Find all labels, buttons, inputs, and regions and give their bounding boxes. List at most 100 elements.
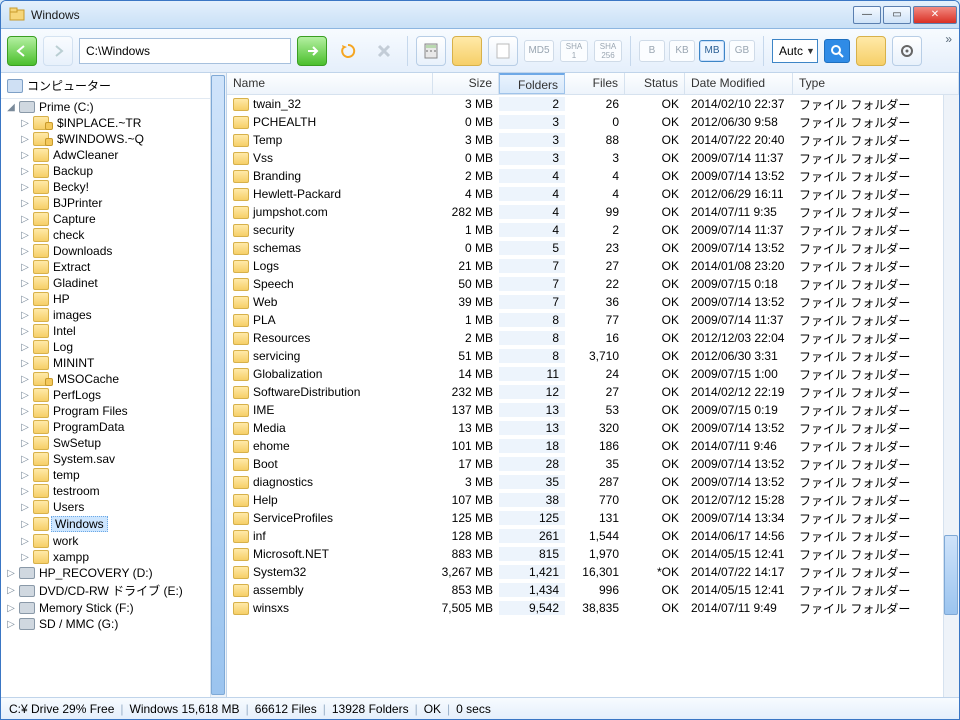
table-row[interactable]: Speech50 MB722OK2009/07/15 0:18ファイル フォルダ… xyxy=(227,275,959,293)
minimize-button[interactable]: — xyxy=(853,6,881,24)
table-row[interactable]: Branding2 MB44OK2009/07/14 13:52ファイル フォル… xyxy=(227,167,959,185)
unit-gb[interactable]: GB xyxy=(729,40,755,62)
stop-button[interactable] xyxy=(369,36,399,66)
folder-tree[interactable]: コンピューター ◢Prime (C:) ▷$INPLACE.~TR▷$WINDO… xyxy=(1,73,227,697)
table-row[interactable]: schemas0 MB523OK2009/07/14 13:52ファイル フォル… xyxy=(227,239,959,257)
refresh-button[interactable] xyxy=(333,36,363,66)
tree-item[interactable]: ▷$INPLACE.~TR xyxy=(19,115,226,131)
expand-icon[interactable]: ▷ xyxy=(19,246,31,257)
table-row[interactable]: Logs21 MB727OK2014/01/08 23:20ファイル フォルダー xyxy=(227,257,959,275)
hash-md5-button[interactable]: MD5 xyxy=(524,40,554,62)
col-name[interactable]: Name xyxy=(227,73,433,94)
table-row[interactable]: Boot17 MB2835OK2009/07/14 13:52ファイル フォルダ… xyxy=(227,455,959,473)
expand-icon[interactable]: ▷ xyxy=(19,454,31,465)
table-row[interactable]: Microsoft.NET883 MB8151,970OK2014/05/15 … xyxy=(227,545,959,563)
table-row[interactable]: jumpshot.com282 MB499OK2014/07/11 9:35ファ… xyxy=(227,203,959,221)
tree-item[interactable]: ▷MININT xyxy=(19,355,226,371)
col-type[interactable]: Type xyxy=(793,73,959,94)
expand-icon[interactable]: ▷ xyxy=(5,603,17,614)
tree-item[interactable]: ▷Users xyxy=(19,499,226,515)
expand-icon[interactable]: ▷ xyxy=(19,502,31,513)
list-scrollbar[interactable] xyxy=(943,95,959,697)
tree-item[interactable]: ▷testroom xyxy=(19,483,226,499)
scrollbar-thumb[interactable] xyxy=(944,535,958,615)
tree-item[interactable]: ▷MSOCache xyxy=(19,371,226,387)
table-row[interactable]: IME137 MB1353OK2009/07/15 0:19ファイル フォルダー xyxy=(227,401,959,419)
calculator-button[interactable] xyxy=(416,36,446,66)
table-row[interactable]: security1 MB42OK2009/07/14 11:37ファイル フォル… xyxy=(227,221,959,239)
expand-icon[interactable]: ▷ xyxy=(19,519,31,530)
table-row[interactable]: Vss0 MB33OK2009/07/14 11:37ファイル フォルダー xyxy=(227,149,959,167)
tree-item[interactable]: ▷work xyxy=(19,533,226,549)
hash-sha256-button[interactable]: SHA256 xyxy=(594,40,622,62)
expand-icon[interactable]: ▷ xyxy=(19,198,31,209)
maximize-button[interactable]: ▭ xyxy=(883,6,911,24)
expand-icon[interactable]: ▷ xyxy=(19,166,31,177)
tree-item[interactable]: ▷SwSetup xyxy=(19,435,226,451)
tree-item[interactable]: ▷PerfLogs xyxy=(19,387,226,403)
expand-icon[interactable]: ▷ xyxy=(19,310,31,321)
expand-icon[interactable]: ▷ xyxy=(19,342,31,353)
table-row[interactable]: Media13 MB13320OK2009/07/14 13:52ファイル フォ… xyxy=(227,419,959,437)
go-button[interactable] xyxy=(297,36,327,66)
table-row[interactable]: Resources2 MB816OK2012/12/03 22:04ファイル フ… xyxy=(227,329,959,347)
expand-icon[interactable]: ▷ xyxy=(19,278,31,289)
table-row[interactable]: ehome101 MB18186OK2014/07/11 9:46ファイル フォ… xyxy=(227,437,959,455)
tree-item[interactable]: ▷Gladinet xyxy=(19,275,226,291)
expand-icon[interactable]: ▷ xyxy=(19,230,31,241)
auto-dropdown[interactable]: Autc▼ xyxy=(772,39,818,63)
col-size[interactable]: Size xyxy=(433,73,499,94)
forward-button[interactable] xyxy=(43,36,73,66)
unit-mb[interactable]: MB xyxy=(699,40,725,62)
hash-sha1-button[interactable]: SHA1 xyxy=(560,40,588,62)
tree-item[interactable]: ▷Intel xyxy=(19,323,226,339)
tree-scrollbar[interactable] xyxy=(210,73,226,697)
close-button[interactable]: ✕ xyxy=(913,6,957,24)
table-row[interactable]: Globalization14 MB1124OK2009/07/15 1:00フ… xyxy=(227,365,959,383)
table-row[interactable]: inf128 MB2611,544OK2014/06/17 14:56ファイル … xyxy=(227,527,959,545)
tree-item[interactable]: ▷Becky! xyxy=(19,179,226,195)
expand-icon[interactable]: ▷ xyxy=(19,182,31,193)
expand-icon[interactable]: ▷ xyxy=(19,536,31,547)
table-row[interactable]: PCHEALTH0 MB30OK2012/06/30 9:58ファイル フォルダ… xyxy=(227,113,959,131)
expand-icon[interactable]: ▷ xyxy=(19,374,31,385)
expand-icon[interactable]: ▷ xyxy=(5,585,17,596)
table-row[interactable]: twain_323 MB226OK2014/02/10 22:37ファイル フォ… xyxy=(227,95,959,113)
table-row[interactable]: Temp3 MB388OK2014/07/22 20:40ファイル フォルダー xyxy=(227,131,959,149)
expand-icon[interactable]: ▷ xyxy=(19,422,31,433)
tree-item[interactable]: ▷Log xyxy=(19,339,226,355)
tree-item[interactable]: ▷Capture xyxy=(19,211,226,227)
more-chevron-icon[interactable]: » xyxy=(945,32,952,46)
col-files[interactable]: Files xyxy=(565,73,625,94)
tree-drive[interactable]: ▷Memory Stick (F:) xyxy=(5,600,226,616)
tree-item[interactable]: ▷AdwCleaner xyxy=(19,147,226,163)
expand-icon[interactable]: ▷ xyxy=(19,470,31,481)
tree-item[interactable]: ▷Backup xyxy=(19,163,226,179)
tree-item[interactable]: ▷images xyxy=(19,307,226,323)
tree-item[interactable]: ▷System.sav xyxy=(19,451,226,467)
expand-icon[interactable]: ▷ xyxy=(5,619,17,630)
tree-item[interactable]: ▷$WINDOWS.~Q xyxy=(19,131,226,147)
unit-kb[interactable]: KB xyxy=(669,40,695,62)
tree-item[interactable]: ▷Program Files xyxy=(19,403,226,419)
table-row[interactable]: Web39 MB736OK2009/07/14 13:52ファイル フォルダー xyxy=(227,293,959,311)
expand-icon[interactable]: ▷ xyxy=(19,262,31,273)
new-file-button[interactable] xyxy=(488,36,518,66)
expand-icon[interactable]: ▷ xyxy=(19,134,31,145)
expand-icon[interactable]: ▷ xyxy=(19,214,31,225)
tree-item[interactable]: ▷check xyxy=(19,227,226,243)
expand-icon[interactable]: ▷ xyxy=(19,406,31,417)
expand-icon[interactable]: ▷ xyxy=(19,118,31,129)
table-row[interactable]: assembly853 MB1,434996OK2014/05/15 12:41… xyxy=(227,581,959,599)
scrollbar-thumb[interactable] xyxy=(211,75,225,695)
title-bar[interactable]: Windows — ▭ ✕ xyxy=(1,1,959,29)
back-button[interactable] xyxy=(7,36,37,66)
col-folders[interactable]: Folders xyxy=(499,73,565,94)
tree-item[interactable]: ▷ProgramData xyxy=(19,419,226,435)
table-row[interactable]: PLA1 MB877OK2009/07/14 11:37ファイル フォルダー xyxy=(227,311,959,329)
expand-icon[interactable]: ▷ xyxy=(19,390,31,401)
unit-b[interactable]: B xyxy=(639,40,665,62)
col-date[interactable]: Date Modified xyxy=(685,73,793,94)
collapse-icon[interactable]: ◢ xyxy=(5,102,17,113)
tree-item[interactable]: ▷BJPrinter xyxy=(19,195,226,211)
